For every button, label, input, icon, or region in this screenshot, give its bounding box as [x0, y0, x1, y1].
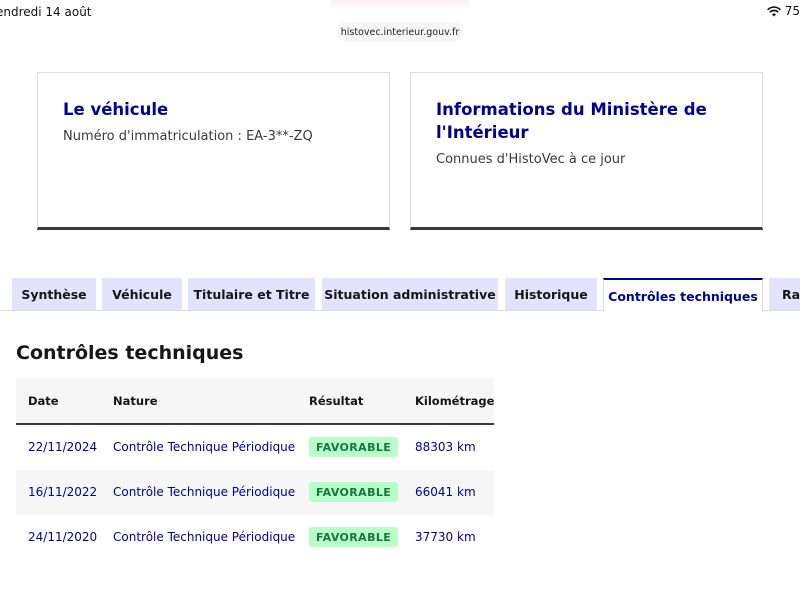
row-nature: Contrôle Technique Périodique: [113, 530, 296, 544]
row-date: 22/11/2024: [28, 440, 98, 454]
column-header-nature: Nature: [113, 394, 158, 408]
table-row: 24/11/2020 Contrôle Technique Périodique…: [16, 515, 494, 560]
tab-bar: Synthèse Véhicule Titulaire et Titre Sit…: [0, 278, 800, 312]
column-header-mileage: Kilométrage: [415, 394, 495, 408]
row-mileage: 88303 km: [415, 440, 476, 454]
vehicle-card: Le véhicule Numéro d'immatriculation : E…: [37, 72, 390, 230]
tab-rapport[interactable]: Rap: [769, 278, 800, 311]
tab-historique[interactable]: Historique: [505, 278, 597, 311]
tab-situation-administrative[interactable]: Situation administrative: [322, 278, 498, 311]
table-row: 16/11/2022 Contrôle Technique Périodique…: [16, 470, 494, 515]
row-nature: Contrôle Technique Périodique: [113, 485, 296, 499]
address-bar[interactable]: histovec.interieur.gouv.fr: [337, 22, 463, 42]
ministry-info-card-subtitle: Connues d'HistoVec à ce jour: [436, 152, 626, 167]
table-row: 22/11/2024 Contrôle Technique Périodique…: [16, 425, 494, 470]
result-badge: FAVORABLE: [309, 527, 399, 547]
result-badge: FAVORABLE: [309, 437, 399, 457]
row-nature: Contrôle Technique Périodique: [113, 440, 296, 454]
tab-synthese[interactable]: Synthèse: [12, 278, 96, 311]
tab-titulaire-et-titre[interactable]: Titulaire et Titre: [188, 278, 315, 311]
ministry-info-card: Informations du Ministère de l'Intérieur…: [410, 72, 763, 230]
status-bar-right: 75: [766, 4, 800, 18]
address-bar-url: histovec.interieur.gouv.fr: [340, 26, 460, 38]
section-title: Contrôles techniques: [16, 342, 244, 364]
status-bar-date: endredi 14 août: [0, 5, 92, 19]
battery-percent: 75: [784, 4, 800, 18]
address-bar-glow: [330, 0, 470, 10]
technical-inspections-table: Date Nature Résultat Kilométrage 22/11/2…: [16, 378, 494, 560]
tab-vehicule[interactable]: Véhicule: [102, 278, 182, 311]
ministry-info-card-title: Informations du Ministère de l'Intérieur: [436, 100, 707, 142]
column-header-result: Résultat: [309, 394, 364, 408]
row-date: 16/11/2022: [28, 485, 98, 499]
result-badge: FAVORABLE: [309, 482, 399, 502]
table-header: Date Nature Résultat Kilométrage: [16, 378, 494, 425]
registration-number: Numéro d'immatriculation : EA-3**-ZQ: [63, 129, 313, 144]
row-mileage: 37730 km: [415, 530, 476, 544]
vehicle-card-title: Le véhicule: [63, 100, 169, 119]
row-date: 24/11/2020: [28, 530, 98, 544]
column-header-date: Date: [28, 394, 59, 408]
wifi-icon: [766, 5, 781, 17]
row-mileage: 66041 km: [415, 485, 476, 499]
tab-controles-techniques[interactable]: Contrôles techniques: [603, 278, 763, 312]
